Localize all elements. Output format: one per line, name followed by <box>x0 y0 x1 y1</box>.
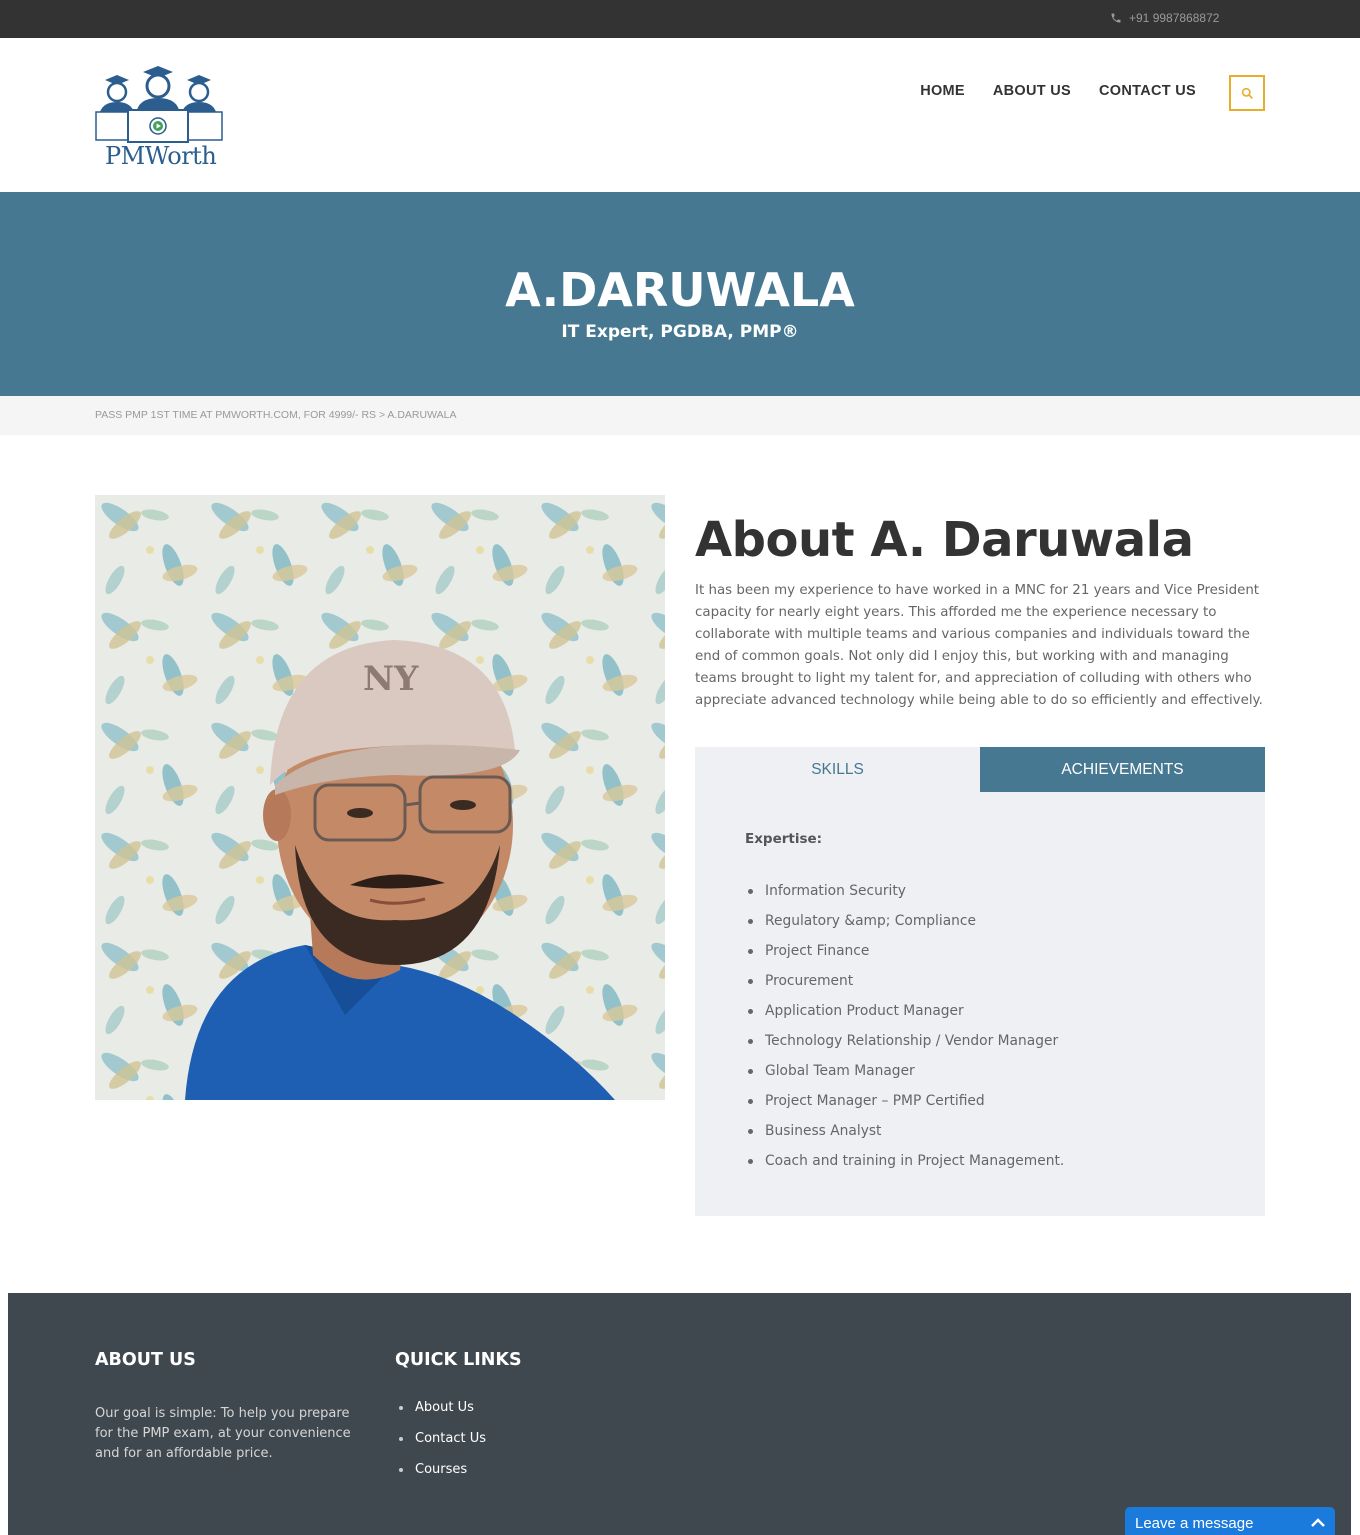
about-text: It has been my experience to have worked… <box>695 583 1263 708</box>
top-bar: +91 9987868872 <box>0 0 1360 38</box>
skill-item: Global Team Manager <box>745 1056 1064 1086</box>
chat-label: Leave a message <box>1135 1515 1254 1532</box>
skill-item: Application Product Manager <box>745 996 1064 1026</box>
skill-item: Technology Relationship / Vendor Manager <box>745 1026 1064 1056</box>
breadcrumb: PASS PMP 1ST TIME AT PMWORTH.COM, FOR 49… <box>0 396 1360 435</box>
footer-links-title: QUICK LINKS <box>395 1350 522 1370</box>
skill-item: Coach and training in Project Management… <box>745 1146 1064 1176</box>
expertise-heading: Expertise: <box>745 831 823 847</box>
page-subtitle: IT Expert, PGDBA, PMP® <box>561 322 799 342</box>
site-logo[interactable]: PMWorth <box>95 66 223 172</box>
footer-quick-links: About Us Contact Us Courses <box>395 1397 486 1490</box>
search-button[interactable] <box>1229 75 1265 111</box>
skill-item: Project Manager – PMP Certified <box>745 1086 1064 1116</box>
svg-text:NY: NY <box>363 659 419 699</box>
logo-text: PMWorth <box>105 142 217 170</box>
breadcrumb-text[interactable]: PASS PMP 1ST TIME AT PMWORTH.COM, FOR 49… <box>95 409 456 421</box>
tab-achievements[interactable]: ACHIEVEMENTS <box>980 747 1265 792</box>
tab-skills[interactable]: SKILLS <box>695 747 980 792</box>
phone-number: +91 9987868872 <box>1129 11 1220 25</box>
chat-widget[interactable]: Leave a message <box>1125 1507 1335 1535</box>
profile-tabs: SKILLS ACHIEVEMENTS <box>695 747 1265 792</box>
chevron-up-icon[interactable] <box>1310 1517 1326 1528</box>
skills-list: Information Security Regulatory &amp; Co… <box>745 876 1064 1176</box>
site-footer: ABOUT US Our goal is simple: To help you… <box>8 1293 1351 1535</box>
footer-about-text: Our goal is simple: To help you prepare … <box>95 1406 351 1461</box>
footer-link-about-us[interactable]: About Us <box>395 1397 486 1428</box>
phone-contact[interactable]: +91 9987868872 <box>1110 11 1219 25</box>
skills-panel: Expertise: Information Security Regulato… <box>695 792 1265 1216</box>
site-header: PMWorth HOME ABOUT US CONTACT US <box>0 38 1360 192</box>
footer-link-contact-us[interactable]: Contact Us <box>395 1428 486 1459</box>
about-title: About A. Daruwala <box>695 512 1194 568</box>
main-nav: HOME ABOUT US CONTACT US <box>920 83 1196 99</box>
skill-item: Regulatory &amp; Compliance <box>745 906 1064 936</box>
logo-graphic-icon <box>95 66 223 143</box>
page-banner: A.DARUWALA IT Expert, PGDBA, PMP® <box>0 192 1360 396</box>
skill-item: Business Analyst <box>745 1116 1064 1146</box>
skill-item: Procurement <box>745 966 1064 996</box>
skill-item: Information Security <box>745 876 1064 906</box>
nav-home[interactable]: HOME <box>920 83 965 99</box>
skill-item: Project Finance <box>745 936 1064 966</box>
profile-photo: NY <box>95 495 665 1100</box>
nav-contact-us[interactable]: CONTACT US <box>1099 83 1196 99</box>
nav-about-us[interactable]: ABOUT US <box>993 83 1071 99</box>
footer-link-courses[interactable]: Courses <box>395 1459 486 1490</box>
page-title: A.DARUWALA <box>505 263 855 317</box>
footer-about-title: ABOUT US <box>95 1350 196 1370</box>
search-icon <box>1241 87 1253 99</box>
phone-icon <box>1111 13 1121 23</box>
